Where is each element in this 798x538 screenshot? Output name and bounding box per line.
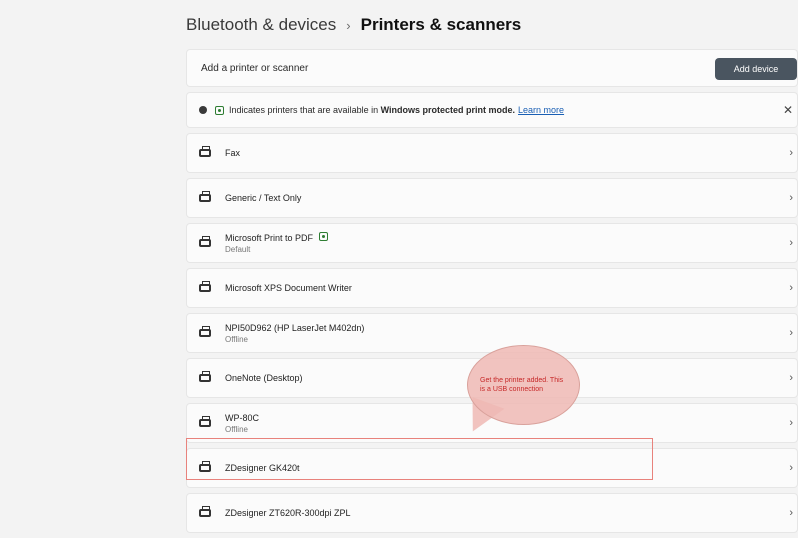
add-printer-label: Add a printer or scanner <box>201 62 309 74</box>
printer-name: Microsoft Print to PDF <box>225 233 314 243</box>
chevron-right-icon: › <box>789 192 793 204</box>
printer-row-fax[interactable]: Fax › <box>186 133 798 173</box>
printer-status: Offline <box>225 424 248 434</box>
printer-icon <box>199 326 211 337</box>
printer-icon <box>199 371 211 382</box>
printer-name: NPI50D962 (HP LaserJet M402dn) <box>225 322 365 333</box>
info-text: Indicates printers that are available in <box>229 105 379 115</box>
chevron-right-icon: › <box>789 462 793 474</box>
info-icon <box>199 106 207 114</box>
printer-row-hp[interactable]: NPI50D962 (HP LaserJet M402dn) Offline › <box>186 313 798 353</box>
printer-icon <box>199 191 211 202</box>
printer-name: WP-80C <box>225 412 260 423</box>
chevron-right-icon: › <box>789 372 793 384</box>
printer-icon <box>199 506 211 517</box>
printer-name: Generic / Text Only <box>225 193 302 203</box>
printer-icon <box>199 236 211 247</box>
add-device-button[interactable]: Add device <box>715 58 797 80</box>
add-printer-row: Add a printer or scanner Add device <box>186 49 798 87</box>
printer-icon <box>199 461 211 472</box>
chevron-right-icon: › <box>789 282 793 294</box>
printer-row-generic[interactable]: Generic / Text Only › <box>186 178 798 218</box>
printer-icon <box>199 146 211 157</box>
printer-name: ZDesigner ZT620R-300dpi ZPL <box>225 508 351 518</box>
printer-status: Offline <box>225 334 248 344</box>
callout-bubble: Get the printer added. This is a USB con… <box>467 345 580 425</box>
chevron-right-icon: › <box>789 417 793 429</box>
printer-row-pdf[interactable]: Microsoft Print to PDF Default › <box>186 223 798 263</box>
printer-name-line: Microsoft Print to PDF <box>225 232 333 243</box>
printer-name: ZDesigner GK420t <box>225 463 300 473</box>
printer-name: OneNote (Desktop) <box>225 373 303 383</box>
learn-more-link[interactable]: Learn more <box>518 105 564 115</box>
printer-row-zt620r[interactable]: ZDesigner ZT620R-300dpi ZPL › <box>186 493 798 533</box>
printer-row-gk420t[interactable]: ZDesigner GK420t › <box>186 448 798 488</box>
printer-row-xps[interactable]: Microsoft XPS Document Writer › <box>186 268 798 308</box>
page-title: Printers & scanners <box>360 15 522 34</box>
info-bold-text: Windows protected print mode. <box>380 105 516 115</box>
close-icon[interactable]: ✕ <box>783 103 793 117</box>
shield-icon <box>319 232 329 241</box>
printer-icon <box>199 281 211 292</box>
callout-text: Get the printer added. This is a USB con… <box>480 376 564 393</box>
chevron-right-icon: › <box>346 17 351 33</box>
chevron-right-icon: › <box>789 507 793 519</box>
printer-icon <box>199 416 211 427</box>
printer-name: Fax <box>225 148 241 158</box>
chevron-right-icon: › <box>789 327 793 339</box>
breadcrumb-parent[interactable]: Bluetooth & devices <box>186 15 336 35</box>
printer-status: Default <box>225 245 251 254</box>
chevron-right-icon: › <box>789 237 793 249</box>
left-pane <box>0 0 176 522</box>
chevron-right-icon: › <box>789 147 793 159</box>
shield-icon <box>215 105 224 115</box>
breadcrumb: Bluetooth & devices › Printers & scanner… <box>186 12 521 38</box>
info-banner: Indicates printers that are available in… <box>186 92 798 128</box>
printer-name: Microsoft XPS Document Writer <box>225 283 352 293</box>
printers-list: Add a printer or scanner Add device Indi… <box>186 49 798 538</box>
